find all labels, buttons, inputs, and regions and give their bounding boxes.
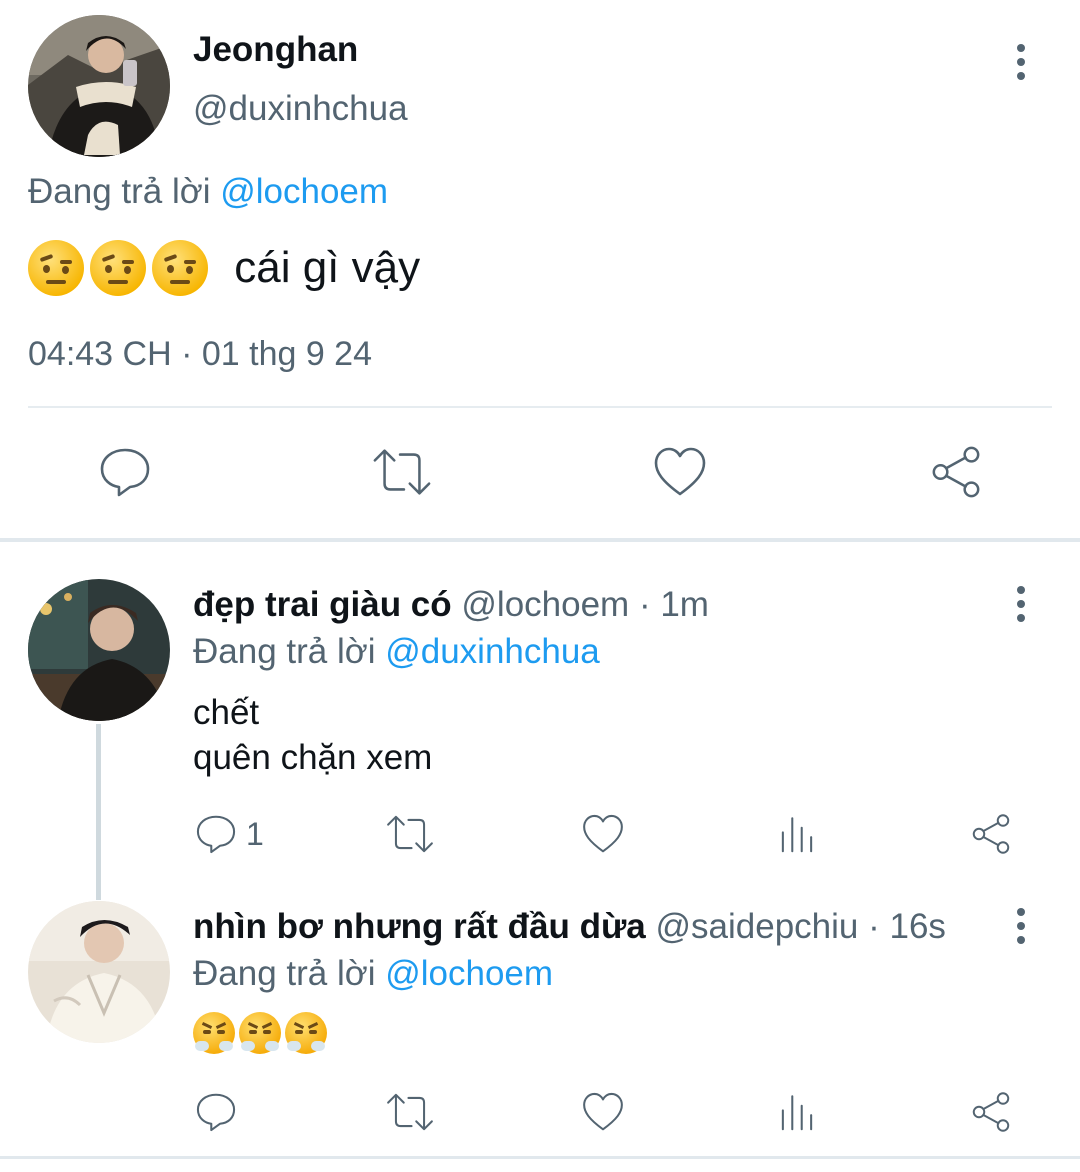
share-icon <box>932 446 980 498</box>
reply-button[interactable] <box>192 810 240 858</box>
replying-to: Đang trả lời @duxinhchua <box>193 631 600 673</box>
speech-bubble-icon <box>100 448 150 497</box>
tweet-emoji-row <box>193 1012 331 1056</box>
reply-header: đẹp trai giàu có @lochoem · 1m <box>193 584 709 626</box>
share-icon <box>972 814 1010 854</box>
replying-to: Đang trả lời @lochoem <box>193 953 553 995</box>
retweet-icon <box>387 1093 433 1131</box>
retweet-button[interactable] <box>384 810 436 858</box>
more-options-icon[interactable] <box>1016 44 1026 80</box>
reply-header: nhìn bơ nhưng rất đầu dừa @saidepchiu · … <box>193 906 946 948</box>
tweet-timestamp[interactable]: 04:43 CH · 01 thg 9 24 <box>28 334 372 374</box>
author-handle[interactable]: @lochoem <box>461 585 629 624</box>
author-avatar[interactable] <box>28 901 170 1043</box>
replying-to-label: Đang trả lời <box>193 954 376 993</box>
author-name[interactable]: đẹp trai giàu có <box>193 585 452 624</box>
reply-button[interactable] <box>95 442 155 502</box>
avatar-photo <box>28 15 170 157</box>
raised-eyebrow-emoji-icon <box>90 240 146 297</box>
share-icon <box>972 1092 1010 1132</box>
replying-to-handle[interactable]: @lochoem <box>385 954 553 993</box>
like-button[interactable] <box>650 442 710 502</box>
more-options-icon[interactable] <box>1016 908 1026 944</box>
tweet-time[interactable]: · 16s <box>868 907 946 946</box>
reply-button[interactable] <box>192 1088 240 1136</box>
reply-count: 1 <box>246 816 264 852</box>
replying-to-handle[interactable]: @duxinhchua <box>385 632 600 671</box>
share-button[interactable] <box>926 442 986 502</box>
steam-from-nose-emoji-icon <box>239 1012 281 1054</box>
tweet-time[interactable]: · 1m <box>639 585 709 624</box>
tweet-text: chết quên chặn xem <box>193 690 432 780</box>
author-handle[interactable]: @duxinhchua <box>193 88 408 130</box>
steam-from-nose-emoji-icon <box>285 1012 327 1054</box>
bottom-divider <box>0 1156 1080 1159</box>
section-separator <box>0 538 1080 542</box>
author-name[interactable]: Jeonghan <box>193 30 358 70</box>
replying-to-label: Đang trả lời <box>193 632 376 671</box>
share-button[interactable] <box>967 1088 1015 1136</box>
avatar-photo <box>28 579 170 721</box>
like-button[interactable] <box>579 1088 627 1136</box>
author-name[interactable]: nhìn bơ nhưng rất đầu dừa <box>193 907 646 946</box>
retweet-icon <box>373 449 431 495</box>
like-button[interactable] <box>579 810 627 858</box>
tweet-text-body: cái gì vậy <box>234 243 421 293</box>
divider <box>28 406 1052 408</box>
replying-to-handle[interactable]: @lochoem <box>220 172 388 211</box>
author-avatar[interactable] <box>28 15 170 157</box>
views-button[interactable] <box>773 1088 821 1136</box>
tweet-text-line: chết <box>193 693 260 732</box>
replying-to: Đang trả lời @lochoem <box>28 171 388 213</box>
avatar-photo <box>28 901 170 1043</box>
bar-chart-icon <box>781 1095 813 1131</box>
heart-icon <box>654 447 706 496</box>
heart-icon <box>583 1092 623 1131</box>
share-button[interactable] <box>967 810 1015 858</box>
steam-from-nose-emoji-icon <box>193 1012 235 1054</box>
tweet-text: cái gì vậy <box>28 236 420 298</box>
raised-eyebrow-emoji-icon <box>28 240 84 297</box>
author-avatar[interactable] <box>28 579 170 721</box>
speech-bubble-icon <box>196 1093 236 1132</box>
replying-to-label: Đang trả lời <box>28 172 211 211</box>
author-handle[interactable]: @saidepchiu <box>656 907 859 946</box>
heart-icon <box>583 814 623 853</box>
views-button[interactable] <box>773 810 821 858</box>
retweet-button[interactable] <box>370 442 434 502</box>
tweet-text-line: quên chặn xem <box>193 738 433 777</box>
raised-eyebrow-emoji-icon <box>152 240 208 297</box>
retweet-icon <box>387 815 433 853</box>
speech-bubble-icon <box>196 815 236 854</box>
bar-chart-icon <box>781 817 813 853</box>
more-options-icon[interactable] <box>1016 586 1026 622</box>
retweet-button[interactable] <box>384 1088 436 1136</box>
thread-line <box>96 724 101 900</box>
